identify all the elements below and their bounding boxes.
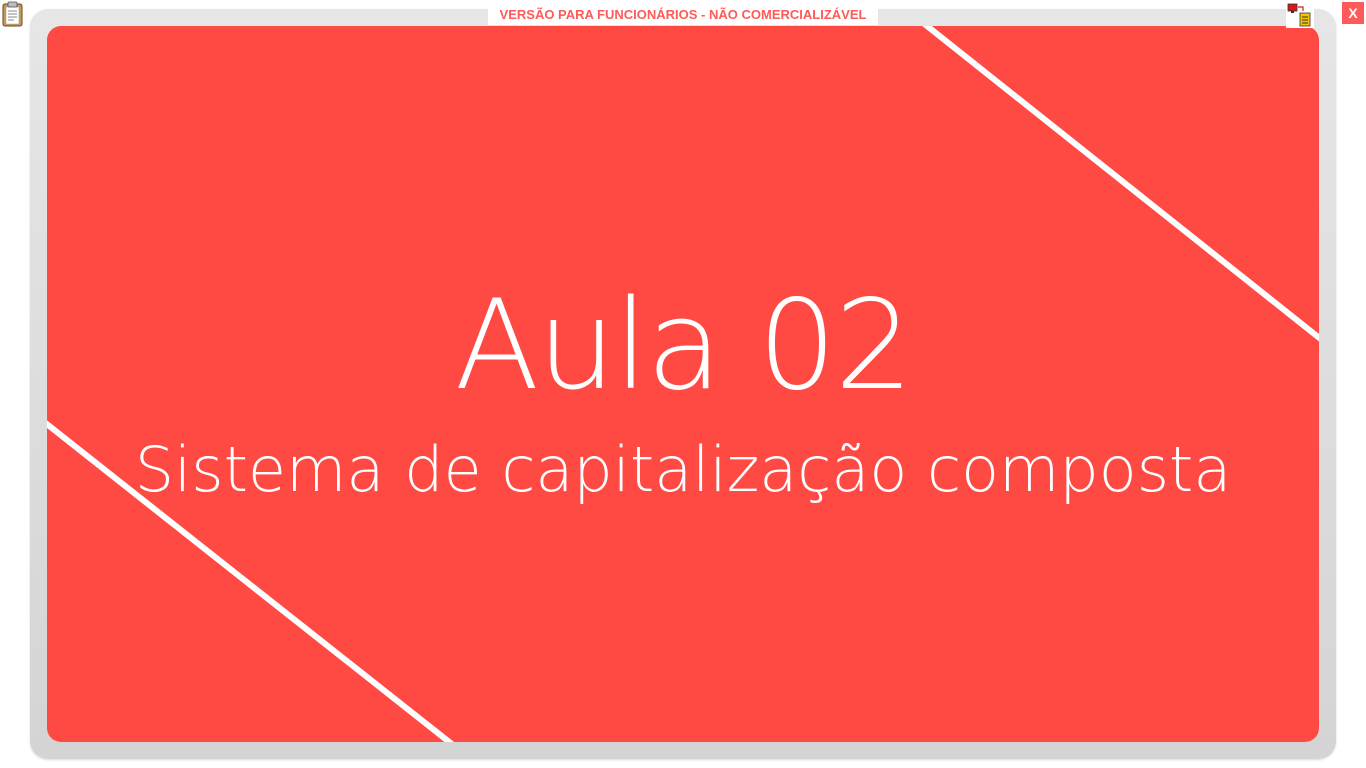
version-banner: VERSÃO PARA FUNCIONÁRIOS - NÃO COMERCIAL… <box>488 5 878 25</box>
network-status-icon[interactable] <box>1286 2 1314 28</box>
slide-subtitle: Sistema de capitalização composta <box>134 433 1232 506</box>
slide: Aula 02 Sistema de capitalização compost… <box>47 26 1319 742</box>
slide-title: Aula 02 <box>454 274 913 418</box>
app-window: VERSÃO PARA FUNCIONÁRIOS - NÃO COMERCIAL… <box>0 0 1366 768</box>
close-button[interactable]: X <box>1342 2 1364 24</box>
clipboard-icon[interactable] <box>1 1 25 27</box>
